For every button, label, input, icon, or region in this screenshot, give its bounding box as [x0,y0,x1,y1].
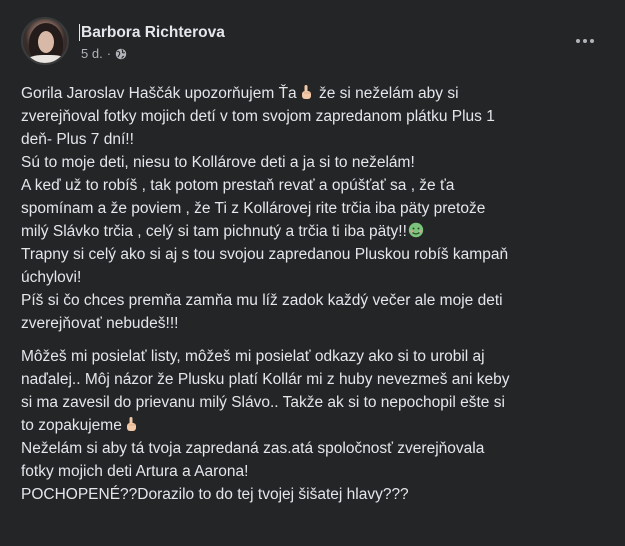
post-paragraph-1: Gorila Jaroslav Haščák upozorňujem Ťa že… [21,82,611,335]
facebook-post: Barbora Richterova 5 d. · Gorila Jarosla… [0,0,625,546]
more-dot [576,39,580,43]
post-header: Barbora Richterova 5 d. · [21,17,225,67]
text-line: si ma zavesil do prievanu milý Slávo.. T… [21,394,505,411]
text-line: milý Slávko trčia , celý si tam pichnutý… [21,220,611,243]
post-subline: 5 d. · [81,46,225,61]
text-line: zverejňoval fotky mojich detí v tom svoj… [21,108,495,125]
text-line: to zopakujeme [21,414,611,437]
text-line: deň- Plus 7 dní!! [21,131,134,148]
globe-icon[interactable] [115,48,127,60]
pointing-up-emoji [301,85,311,99]
author-avatar[interactable] [21,17,69,65]
post-paragraph-2: Môžeš mi posielať listy, môžeš mi posiel… [21,345,611,506]
text-segment: Gorila Jaroslav Haščák upozorňujem Ťa [21,85,297,102]
text-line: fotky mojich deti Artura a Aarona! [21,463,249,480]
text-line: Sú to moje deti, niesu to Kollárove deti… [21,154,415,171]
post-meta: Barbora Richterova 5 d. · [79,23,225,61]
text-cursor [79,24,80,41]
text-segment: že si neželám aby si [314,85,459,102]
text-segment: to zopakujeme [21,417,122,434]
text-line: Môžeš mi posielať listy, môžeš mi posiel… [21,348,485,365]
avatar-shirt [27,55,67,63]
nauseated-face-emoji [408,222,424,238]
more-dot [583,39,587,43]
text-line: Píš si čo chces premňa zamňa mu líž zado… [21,292,503,309]
avatar-face [38,31,54,53]
text-line: naďalej.. Môj názor že Plusku platí Koll… [21,371,510,388]
author-name[interactable]: Barbora Richterova [79,23,225,42]
text-line: Neželám si aby tá tvoja zapredaná zas.at… [21,440,485,457]
more-horizontal-icon[interactable] [571,34,599,48]
text-line: POCHOPENÉ??Dorazilo to do tej tvojej šiš… [21,486,409,503]
text-segment: milý Slávko trčia , celý si tam pichnutý… [21,223,407,240]
post-body: Gorila Jaroslav Haščák upozorňujem Ťa že… [21,82,611,506]
more-dot [590,39,594,43]
text-line: A keď už to robíš , tak potom prestaň re… [21,177,455,194]
text-line: Trapny si celý ako si aj s tou svojou za… [21,246,509,263]
author-name-text: Barbora Richterova [81,24,225,41]
post-timestamp[interactable]: 5 d. [81,46,103,61]
text-line: spomínam a že poviem , že Ti z Kollárove… [21,200,486,217]
text-line: úchylovi! [21,269,82,286]
text-line: zverejňovať nebudeš!!! [21,315,179,332]
pointing-up-emoji [126,417,136,431]
text-line: Gorila Jaroslav Haščák upozorňujem Ťa že… [21,82,611,105]
meta-separator: · [106,46,112,61]
